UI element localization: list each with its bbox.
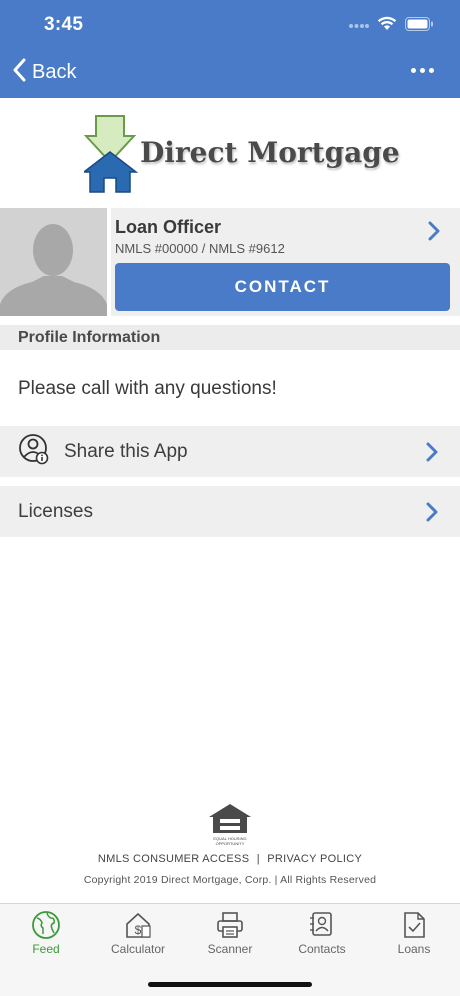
tab-label: Feed [32, 942, 60, 956]
privacy-policy-link[interactable]: PRIVACY POLICY [267, 853, 362, 865]
profile-text: Please call with any questions! [18, 378, 277, 399]
svg-text:$: $ [135, 923, 142, 937]
chevron-right-icon[interactable] [428, 221, 440, 246]
printer-icon [217, 912, 243, 938]
chevron-right-icon [426, 502, 438, 527]
back-label: Back [32, 61, 77, 83]
battery-icon [405, 16, 434, 36]
status-time: 3:45 [44, 14, 84, 35]
chevron-right-icon [426, 442, 438, 467]
more-options-button[interactable] [411, 68, 434, 73]
home-indicator[interactable] [148, 982, 312, 987]
person-silhouette-icon [0, 208, 107, 316]
equal-housing-logo: EQUAL HOUSING OPPORTUNITY [207, 803, 253, 847]
tab-label: Scanner [207, 942, 253, 956]
loan-officer-card: Loan Officer NMLS #00000 / NMLS #9612 CO… [0, 208, 460, 316]
more-dot [411, 68, 416, 73]
more-dot [420, 68, 425, 73]
share-app-row[interactable]: Share this App [0, 426, 460, 477]
share-app-label: Share this App [64, 440, 188, 462]
wifi-icon [377, 16, 397, 36]
footer-separator: | [256, 853, 260, 865]
share-person-icon [18, 433, 50, 470]
company-logo: Direct Mortgage [81, 112, 400, 196]
svg-text:OPPORTUNITY: OPPORTUNITY [216, 841, 245, 846]
tab-bar: Feed $ Calculator Scanner Contacts Loans [0, 903, 460, 996]
tab-scanner[interactable]: Scanner [184, 910, 276, 962]
header: 3:45 Back [0, 0, 460, 98]
avatar [0, 208, 107, 316]
logo-house-icon [81, 115, 139, 193]
officer-info[interactable]: Loan Officer NMLS #00000 / NMLS #9612 CO… [107, 208, 460, 316]
licenses-label: Licenses [18, 500, 93, 522]
copyright: Copyright 2019 Direct Mortgage, Corp. | … [83, 874, 377, 886]
tab-label: Calculator [110, 942, 166, 956]
back-button[interactable]: Back [12, 58, 76, 87]
officer-nmls: NMLS #00000 / NMLS #9612 [115, 241, 285, 256]
calculator-icon: $ [126, 912, 151, 938]
tab-calculator[interactable]: $ Calculator [92, 910, 184, 962]
signal-icon [349, 17, 369, 35]
status-bar: 3:45 [0, 0, 460, 50]
nav-bar: Back [0, 50, 460, 98]
contacts-icon [310, 912, 332, 936]
logo-text: Direct Mortgage [140, 136, 400, 169]
globe-icon [32, 911, 60, 939]
tab-label: Loans [397, 942, 431, 956]
chevron-left-icon [12, 58, 26, 87]
tab-feed[interactable]: Feed [0, 910, 92, 962]
status-icons [349, 16, 434, 36]
nmls-consumer-access-link[interactable]: NMLS CONSUMER ACCESS [98, 853, 249, 865]
profile-section-header: Profile Information [0, 325, 460, 350]
tab-contacts[interactable]: Contacts [276, 910, 368, 962]
more-dot [429, 68, 434, 73]
tab-label: Contacts [298, 942, 346, 956]
contact-button[interactable]: CONTACT [115, 263, 450, 311]
licenses-row[interactable]: Licenses [0, 486, 460, 537]
tab-loans[interactable]: Loans [368, 910, 460, 962]
footer-links: NMLS CONSUMER ACCESS | PRIVACY POLICY [0, 853, 460, 865]
officer-name: Loan Officer [115, 217, 222, 237]
document-icon [404, 912, 425, 938]
